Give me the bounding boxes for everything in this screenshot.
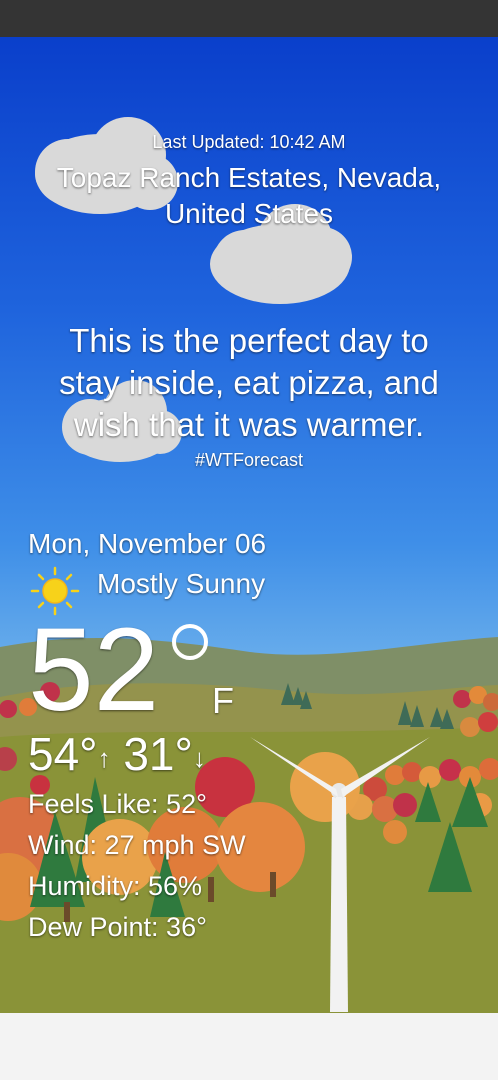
feels-like-label: Feels Like: 52° (28, 789, 207, 819)
low-temperature: 31° (123, 728, 193, 780)
weather-scene: Last Updated: 10:42 AM Topaz Ranch Estat… (0, 37, 498, 1013)
forecast-quote: This is the perfect day to stay inside, … (59, 322, 439, 443)
temperature-unit: F (212, 680, 234, 721)
high-low-temperature: 54°↑ 31°↓ (28, 729, 206, 783)
location-title: Topaz Ranch Estates, Nevada, United Stat… (56, 162, 442, 229)
condition-label: Mostly Sunny (97, 568, 266, 599)
dew-point-label: Dew Point: 36° (28, 912, 207, 942)
hashtag-label: #WTForecast (194, 450, 304, 470)
date-label: Mon, November 06 (28, 528, 267, 559)
high-temperature: 54° (28, 728, 98, 780)
navigation-bar (0, 1013, 498, 1080)
wind-label: Wind: 27 mph SW (28, 830, 246, 860)
degree-symbol (172, 624, 208, 660)
up-arrow-icon: ↑ (97, 742, 111, 773)
current-temperature: 52 (28, 604, 160, 736)
status-bar (0, 0, 498, 37)
last-updated-label: Last Updated: 10:42 AM (152, 132, 346, 152)
down-arrow-icon: ↓ (192, 742, 206, 773)
humidity-label: Humidity: 56% (28, 871, 203, 901)
